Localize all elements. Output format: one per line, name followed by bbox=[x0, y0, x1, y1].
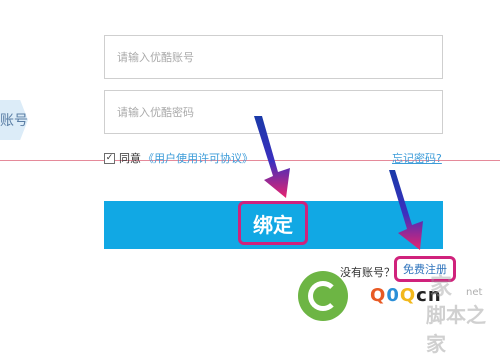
account-input[interactable] bbox=[104, 35, 443, 79]
watermark-char-3: Q bbox=[399, 285, 417, 306]
license-agreement-link[interactable]: 《用户使用许可协议》 bbox=[143, 150, 253, 166]
side-tab-label: 账号 bbox=[0, 113, 28, 129]
agreement-row: ✓ 同意 《用户使用许可协议》 bbox=[104, 150, 253, 166]
watermark-site-net: net bbox=[466, 287, 483, 298]
watermark-char-1: Q bbox=[370, 285, 387, 306]
password-input[interactable] bbox=[104, 90, 443, 134]
forgot-password-link[interactable]: 忘记密码? bbox=[392, 150, 442, 166]
watermark: Q0Qcn 家 net 脚本之家 bbox=[290, 265, 500, 356]
watermark-site-top: 家 bbox=[430, 275, 453, 300]
agree-prefix: 同意 bbox=[119, 152, 141, 165]
watermark-site-bottom: 脚本之家 bbox=[426, 303, 486, 356]
watermark-char-2: 0 bbox=[386, 285, 400, 306]
watermark-logo-icon bbox=[298, 271, 348, 321]
side-tab[interactable]: 账号 bbox=[0, 100, 28, 140]
bind-button[interactable] bbox=[104, 201, 443, 249]
agree-checkbox[interactable]: ✓ bbox=[104, 152, 115, 164]
